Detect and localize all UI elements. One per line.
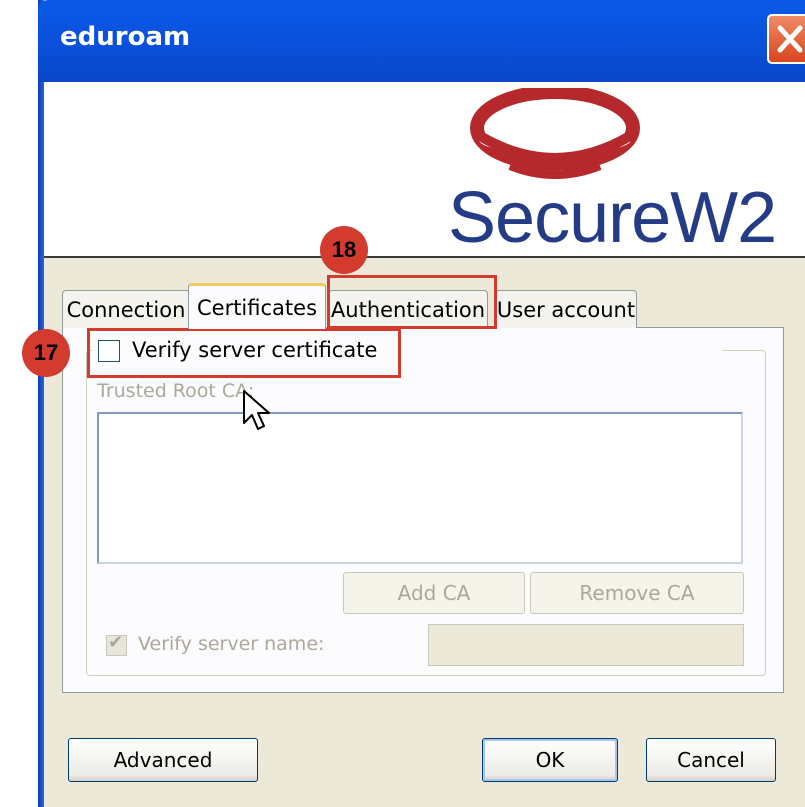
tab-connection[interactable]: Connection: [62, 290, 190, 328]
background-left: [0, 0, 38, 807]
step-marker-18: 18: [320, 226, 368, 274]
highlight-authentication-tab: [327, 275, 497, 329]
banner-divider: [44, 256, 805, 258]
mouse-cursor-icon: [242, 389, 272, 437]
tab-user-account[interactable]: User account: [495, 290, 637, 328]
close-icon: [777, 25, 803, 53]
verify-server-name-label: Verify server name:: [138, 633, 325, 655]
ok-button[interactable]: OK: [482, 738, 618, 782]
checkmark-icon: ✔: [108, 632, 124, 653]
advanced-button[interactable]: Advanced: [68, 738, 258, 782]
securew2-logo-icon: [470, 85, 700, 192]
remove-ca-button[interactable]: Remove CA: [530, 572, 744, 614]
logo-text: SecureW2: [448, 178, 777, 258]
trusted-root-ca-label: Trusted Root CA:: [97, 380, 255, 402]
trusted-root-ca-list[interactable]: [97, 412, 743, 564]
highlight-verify-certificate: [87, 328, 401, 378]
server-name-input[interactable]: [428, 624, 744, 666]
add-ca-button[interactable]: Add CA: [343, 572, 525, 614]
close-button[interactable]: [767, 14, 805, 64]
tab-certificates[interactable]: Certificates: [188, 283, 326, 329]
cancel-button[interactable]: Cancel: [646, 738, 776, 782]
window-title: eduroam: [60, 22, 191, 52]
step-marker-17: 17: [22, 329, 70, 377]
